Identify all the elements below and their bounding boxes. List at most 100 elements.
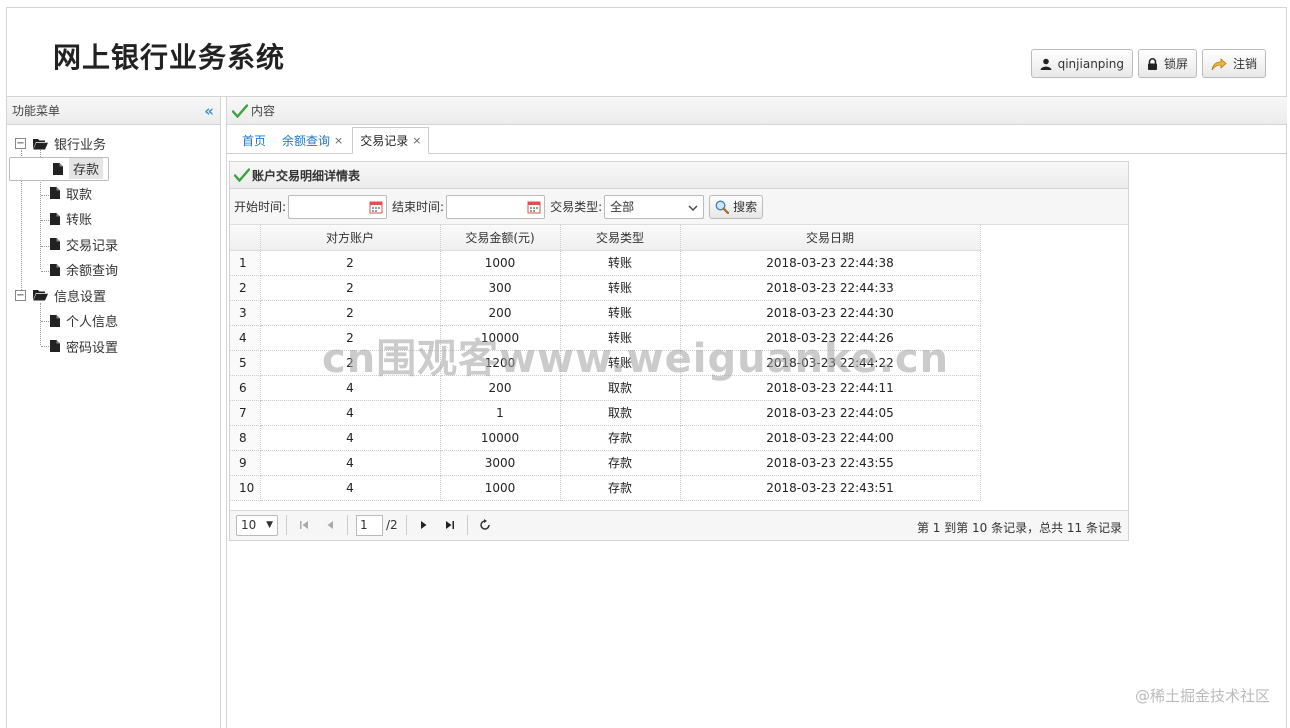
pagination-info: 第 1 到第 10 条记录，总共 11 条记录 <box>916 520 1122 535</box>
row-number-cell: 8 <box>230 425 261 451</box>
table-header-row: 对方账户 交易金额(元) 交易类型 交易日期 <box>230 225 981 251</box>
pager-separator <box>466 515 468 535</box>
header-buttons: qinjianping 锁屏 注销 <box>1030 49 1266 78</box>
table-row[interactable]: 3 2 200 转账 2018-03-23 22:44:30 <box>230 300 981 326</box>
tab-bar: 首页 余额查询 × 交易记录 × <box>227 125 1287 154</box>
account-cell: 4 <box>260 400 441 426</box>
menu-item-label: 取款 <box>66 187 93 203</box>
logout-button[interactable]: 注销 <box>1201 49 1266 78</box>
account-cell: 2 <box>260 250 441 276</box>
first-page-icon[interactable] <box>295 515 313 535</box>
date-cell: 2018-03-23 22:43:55 <box>680 450 981 476</box>
row-number-cell: 2 <box>230 275 261 301</box>
type-label: 交易类型: <box>550 200 603 214</box>
logout-label: 注销 <box>1232 57 1257 71</box>
menu-group-bank[interactable]: − 银行业务 <box>7 131 220 157</box>
account-cell: 2 <box>260 275 441 301</box>
row-number-cell: 10 <box>230 475 261 501</box>
menu-group-label: 信息设置 <box>54 289 107 305</box>
row-number-cell: 9 <box>230 450 261 476</box>
type-select-value: 全部 <box>610 200 635 214</box>
search-button[interactable]: 搜索 <box>709 194 764 219</box>
user-button[interactable]: qinjianping <box>1030 49 1133 78</box>
menu-item-balance[interactable]: 余额查询 <box>7 257 220 283</box>
column-header-amount[interactable]: 交易金额(元) <box>440 225 561 251</box>
calendar-icon[interactable] <box>369 200 383 217</box>
column-header-type[interactable]: 交易类型 <box>560 225 681 251</box>
watermark-text: cn围观客www.weiguanke.cn <box>322 336 950 382</box>
corner-watermark: @稀土掘金技术社区 <box>1134 687 1270 705</box>
prev-page-icon[interactable] <box>321 515 339 535</box>
table-row[interactable]: 7 4 1 取款 2018-03-23 22:44:05 <box>230 400 981 426</box>
amount-cell: 300 <box>440 275 561 301</box>
account-cell: 4 <box>260 475 441 501</box>
pagination-bar: 10 ▼ 1 /2 第 1 到第 10 条记录，总共 11 条记录 <box>230 509 1128 540</box>
column-header-date[interactable]: 交易日期 <box>680 225 981 251</box>
folder-open-icon <box>33 138 48 150</box>
file-icon <box>50 238 60 251</box>
close-icon[interactable]: × <box>334 134 343 147</box>
menu-item-profile[interactable]: 个人信息 <box>7 308 220 334</box>
start-time-input[interactable] <box>288 194 388 219</box>
content-title: 内容 <box>251 104 276 118</box>
refresh-icon[interactable] <box>476 515 494 535</box>
sidebar: 功能菜单 « − 银行业务 存款 取款 转账 交易记录 余额查询 − 信息设置 … <box>7 97 221 728</box>
menu-item-label: 余额查询 <box>66 264 119 280</box>
type-cell: 存款 <box>560 450 681 476</box>
caret-down-icon: ▼ <box>266 520 273 530</box>
lock-screen-label: 锁屏 <box>1163 57 1188 71</box>
menu-item-transactions[interactable]: 交易记录 <box>7 232 220 258</box>
file-icon <box>50 263 60 276</box>
amount-cell: 1000 <box>440 475 561 501</box>
page-number-value: 1 <box>360 518 368 532</box>
panel-header: 账户交易明细详情表 <box>230 162 1128 189</box>
app-title: 网上银行业务系统 <box>53 41 286 74</box>
table-row[interactable]: 2 2 300 转账 2018-03-23 22:44:33 <box>230 275 981 301</box>
table-spacer <box>230 501 1128 510</box>
column-header-account[interactable]: 对方账户 <box>260 225 441 251</box>
page-size-select[interactable]: 10 ▼ <box>236 514 278 536</box>
row-number-cell: 3 <box>230 300 261 326</box>
menu-item-deposit[interactable]: 存款 <box>9 156 109 181</box>
table-row[interactable]: 10 4 1000 存款 2018-03-23 22:43:51 <box>230 475 981 501</box>
date-cell: 2018-03-23 22:44:00 <box>680 425 981 451</box>
calendar-icon[interactable] <box>527 200 541 217</box>
end-time-input[interactable] <box>446 194 546 219</box>
menu-item-transfer[interactable]: 转账 <box>7 206 220 232</box>
tab-home[interactable]: 首页 <box>235 127 273 153</box>
folder-open-icon <box>33 289 48 301</box>
table-row[interactable]: 1 2 1000 转账 2018-03-23 22:44:38 <box>230 250 981 276</box>
next-page-icon[interactable] <box>415 515 433 535</box>
tab-label: 余额查询 <box>282 133 331 148</box>
search-icon <box>715 200 730 214</box>
row-number-cell: 6 <box>230 375 261 401</box>
menu-item-withdraw[interactable]: 取款 <box>7 181 220 207</box>
checkmark-icon <box>234 168 250 182</box>
menu-group-settings[interactable]: − 信息设置 <box>7 283 220 309</box>
close-icon[interactable]: × <box>412 134 421 147</box>
type-cell: 存款 <box>560 475 681 501</box>
file-icon <box>50 314 60 327</box>
amount-cell: 1000 <box>440 250 561 276</box>
menu-group-label: 银行业务 <box>54 138 107 154</box>
menu-item-label: 交易记录 <box>66 238 119 254</box>
collapse-tree-icon[interactable]: − <box>15 138 26 150</box>
table-row[interactable]: 8 4 10000 存款 2018-03-23 22:44:00 <box>230 425 981 451</box>
lock-screen-button[interactable]: 锁屏 <box>1137 49 1197 78</box>
tab-balance-query[interactable]: 余额查询 × <box>275 127 350 153</box>
app-header: 网上银行业务系统 qinjianping 锁屏 注销 <box>7 8 1286 97</box>
tab-transactions[interactable]: 交易记录 × <box>352 127 430 154</box>
double-chevron-left-icon[interactable]: « <box>204 102 214 120</box>
account-cell: 2 <box>260 300 441 326</box>
user-button-label: qinjianping <box>1057 56 1124 71</box>
type-select[interactable]: 全部 <box>604 194 705 219</box>
table-row[interactable]: 9 4 3000 存款 2018-03-23 22:43:55 <box>230 450 981 476</box>
last-page-icon[interactable] <box>441 515 459 535</box>
menu-item-password[interactable]: 密码设置 <box>7 334 220 360</box>
row-number-cell: 4 <box>230 325 261 351</box>
collapse-tree-icon[interactable]: − <box>15 289 26 301</box>
row-number-cell: 1 <box>230 250 261 276</box>
date-cell: 2018-03-23 22:43:51 <box>680 475 981 501</box>
file-icon <box>50 212 60 225</box>
page-number-input[interactable]: 1 <box>356 514 383 536</box>
